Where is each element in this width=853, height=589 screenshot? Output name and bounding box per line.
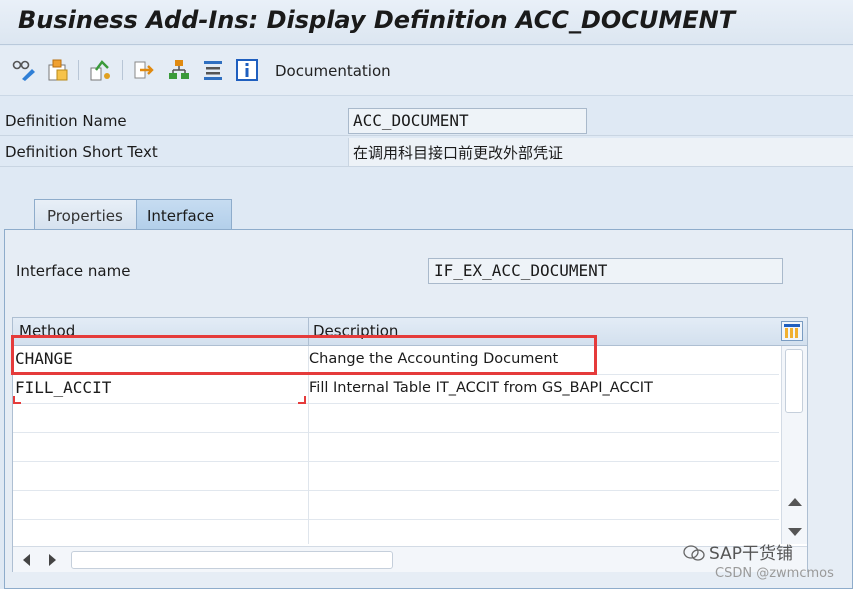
documentation-button[interactable]: Documentation xyxy=(275,62,391,80)
activate-icon[interactable] xyxy=(88,58,112,82)
corner-mark xyxy=(13,396,21,404)
definition-short-text-label: Definition Short Text xyxy=(5,143,158,161)
toolbar: Documentation xyxy=(0,46,853,96)
where-used-icon[interactable] xyxy=(132,58,156,82)
highlight-box xyxy=(11,335,597,375)
corner-mark xyxy=(298,396,306,404)
watermark-text: SAP干货铺 xyxy=(709,544,793,564)
window-title: Business Add-Ins: Display Definition ACC… xyxy=(18,6,736,34)
title-bar: Business Add-Ins: Display Definition ACC… xyxy=(0,0,853,45)
watermark-csdn: CSDN @zwmcmos xyxy=(715,566,834,581)
table-row[interactable] xyxy=(13,491,779,520)
tab-properties[interactable]: Properties xyxy=(34,199,144,229)
scroll-right-icon[interactable] xyxy=(49,554,56,566)
scroll-left-icon[interactable] xyxy=(23,554,30,566)
tab-interface[interactable]: Interface xyxy=(136,199,232,229)
list-icon[interactable] xyxy=(201,58,225,82)
vertical-scrollbar[interactable] xyxy=(781,346,807,544)
info-icon[interactable] xyxy=(235,58,259,82)
method-cell[interactable]: FILL_ACCIT xyxy=(15,378,111,397)
definition-name-row: Definition Name ACC_DOCUMENT xyxy=(0,106,853,136)
tab-properties-label: Properties xyxy=(47,207,123,225)
table-row[interactable] xyxy=(13,404,779,433)
definition-name-field[interactable]: ACC_DOCUMENT xyxy=(348,108,587,134)
tab-interface-label: Interface xyxy=(147,207,215,225)
definition-short-text-row: Definition Short Text 在调用科目接口前更改外部凭证 xyxy=(0,137,853,167)
column-separator xyxy=(308,346,309,544)
toolbar-separator xyxy=(122,60,123,80)
interface-name-field[interactable]: IF_EX_ACC_DOCUMENT xyxy=(428,258,783,284)
interface-name-label: Interface name xyxy=(16,262,131,280)
table-row[interactable] xyxy=(13,462,779,491)
definition-name-label: Definition Name xyxy=(5,112,127,130)
column-settings-icon[interactable] xyxy=(781,321,803,341)
description-cell: Fill Internal Table IT_ACCIT from GS_BAP… xyxy=(309,380,653,396)
toolbar-separator xyxy=(78,60,79,80)
scroll-down-icon[interactable] xyxy=(788,528,802,536)
display-change-icon[interactable] xyxy=(12,58,36,82)
definition-short-text-field[interactable]: 在调用科目接口前更改外部凭证 xyxy=(348,138,853,166)
wechat-icon xyxy=(683,545,705,561)
hierarchy-icon[interactable] xyxy=(167,58,191,82)
vertical-scroll-thumb[interactable] xyxy=(785,349,803,413)
watermark-wechat: SAP干货铺 xyxy=(683,539,793,564)
table-row[interactable] xyxy=(13,433,779,462)
table-row[interactable]: FILL_ACCIT Fill Internal Table IT_ACCIT … xyxy=(13,375,779,404)
scroll-up-icon[interactable] xyxy=(788,498,802,506)
other-object-icon[interactable] xyxy=(46,58,70,82)
horizontal-scroll-thumb[interactable] xyxy=(71,551,393,569)
